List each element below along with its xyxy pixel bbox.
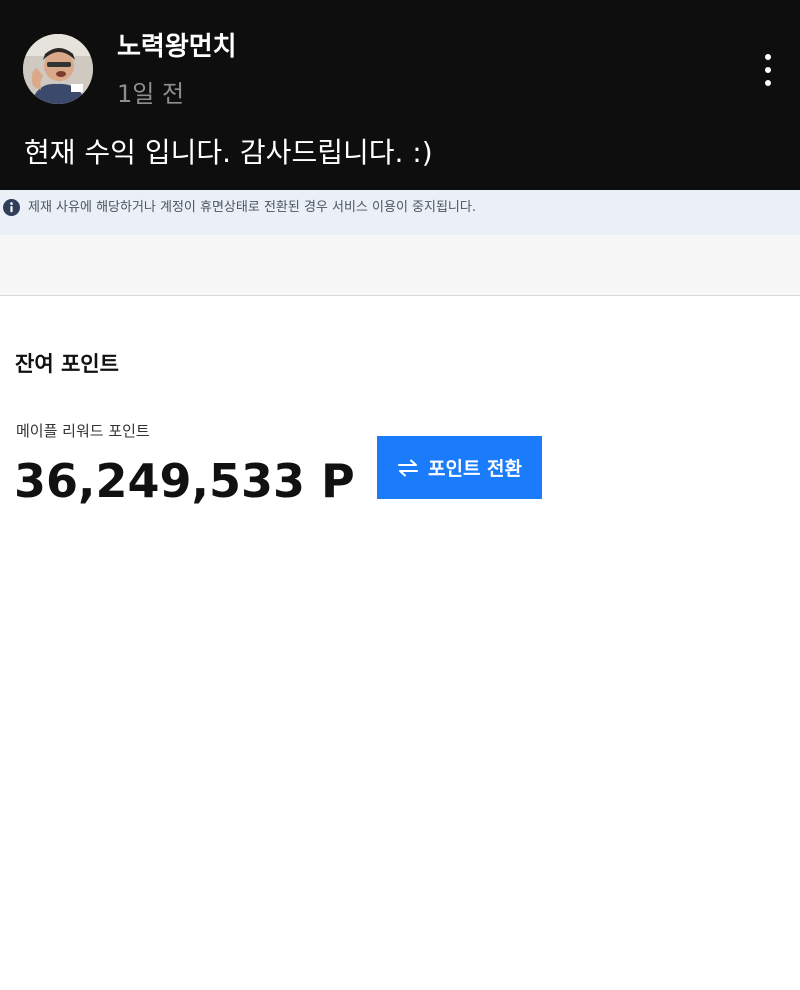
username[interactable]: 노력왕먼치 — [117, 30, 237, 64]
notice-text: 제재 사유에 해당하거나 계정이 휴면상태로 전환된 경우 서비스 이용이 중지… — [28, 200, 476, 215]
point-convert-label: 포인트 전환 — [427, 458, 522, 480]
point-convert-button[interactable]: 포인트 전환 — [377, 436, 542, 499]
more-dot-icon — [765, 67, 771, 73]
section-title: 잔여 포인트 — [15, 352, 119, 376]
tab-strip — [0, 235, 800, 296]
point-label: 메이플 리워드 포인트 — [16, 422, 150, 440]
post-header: 노력왕먼치 1일 전 현재 수익 입니다. 감사드립니다. :) — [0, 0, 800, 190]
avatar-photo-icon — [23, 34, 93, 104]
more-options-button[interactable] — [752, 50, 784, 90]
notice-bar: 제재 사유에 해당하거나 계정이 휴면상태로 전환된 경우 서비스 이용이 중지… — [0, 190, 800, 235]
more-dot-icon — [765, 80, 771, 86]
post-text: 현재 수익 입니다. 감사드립니다. :) — [24, 136, 433, 169]
post-time: 1일 전 — [117, 80, 185, 108]
point-value: 36,249,533 P — [14, 454, 355, 508]
info-icon — [3, 199, 20, 216]
more-dot-icon — [765, 54, 771, 60]
avatar[interactable] — [23, 34, 93, 104]
swap-arrows-icon — [397, 459, 418, 476]
